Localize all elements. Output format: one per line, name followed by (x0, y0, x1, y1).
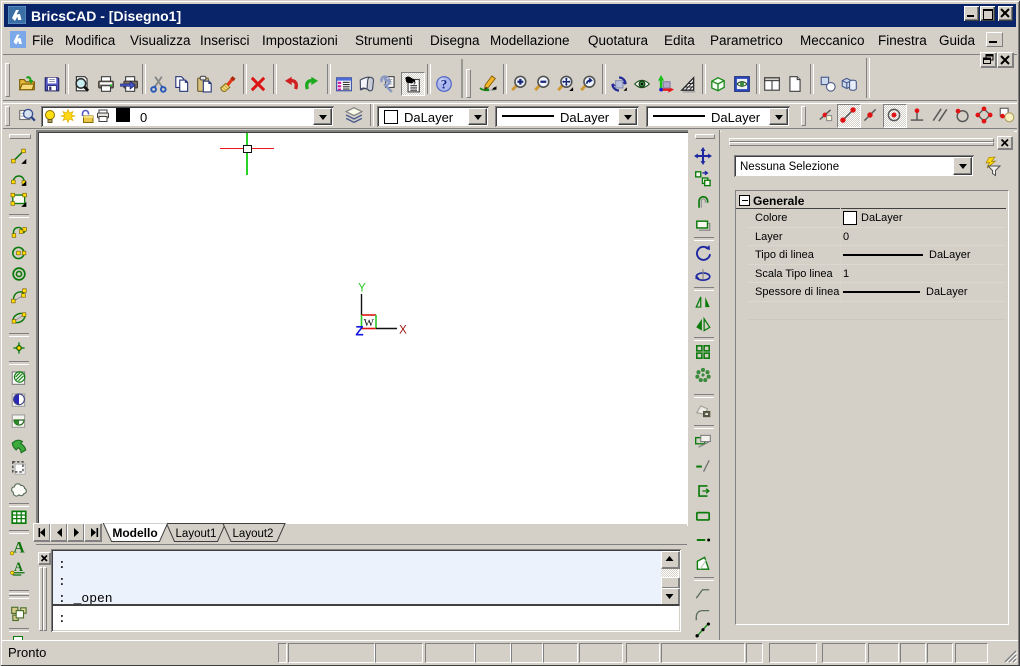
svg-text:?: ? (441, 77, 447, 92)
svg-text:X: X (399, 325, 407, 337)
svg-text:Y: Y (358, 283, 366, 295)
svg-text:Layout2: Layout2 (233, 528, 274, 540)
svg-text:Modello: Modello (112, 526, 157, 540)
svg-text:W: W (364, 317, 375, 329)
svg-text:A: A (14, 560, 23, 574)
svg-text:Z: Z (355, 324, 363, 339)
svg-text:A: A (13, 540, 25, 556)
svg-text:Layout1: Layout1 (176, 528, 217, 540)
